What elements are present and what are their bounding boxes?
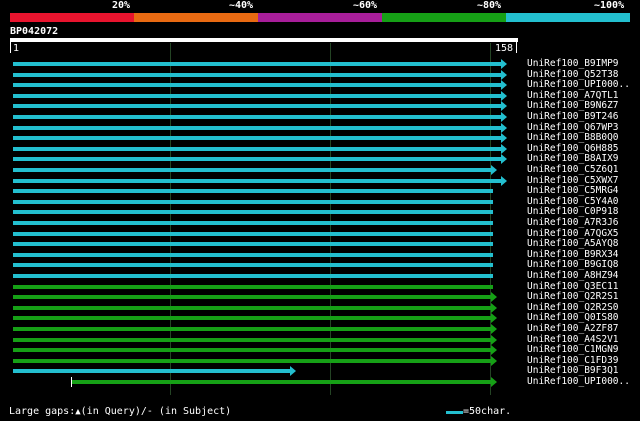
hit-label[interactable]: UniRef100_B8B0Q0 (527, 133, 619, 143)
hit-bar[interactable] (13, 327, 494, 331)
query-bar (10, 38, 518, 42)
hit-arrow-icon (501, 91, 507, 101)
hit-arrow-icon (491, 356, 498, 366)
hit-arrow-icon (501, 70, 507, 80)
hit-arrow-icon (501, 123, 507, 133)
hit-arrow-icon (501, 144, 507, 154)
hit-bar[interactable] (13, 348, 494, 352)
identity-legend-bar (10, 13, 630, 22)
scale-bar (446, 411, 463, 414)
legend-label-20: 20% (112, 0, 131, 11)
hit-bar[interactable] (13, 94, 503, 98)
hit-bar[interactable] (13, 232, 494, 236)
hit-label[interactable]: UniRef100_A7R3J6 (527, 218, 619, 228)
hit-bar[interactable] (13, 242, 494, 246)
hit-bar[interactable] (13, 62, 503, 66)
ruler-start-tick (10, 42, 11, 53)
legend-label-60: ~60% (353, 0, 378, 11)
hit-label[interactable]: UniRef100_C1MGN9 (527, 345, 619, 355)
hit-arrow-icon (501, 80, 507, 90)
scale-label: =50char. (463, 406, 512, 417)
ruler-start-label: 1 (13, 43, 20, 54)
hit-arrow-icon (501, 101, 507, 111)
legend-seg-60 (258, 13, 382, 22)
hit-bar[interactable] (13, 83, 503, 87)
footer-text: (in Query)/- (in Subject) (80, 406, 232, 417)
hit-bar[interactable] (13, 274, 494, 278)
hit-label[interactable]: UniRef100_Q0IS80 (527, 313, 619, 323)
hit-label[interactable]: UniRef100_A8HZ94 (527, 271, 619, 281)
hit-bar[interactable] (13, 263, 494, 267)
hit-bar[interactable] (13, 285, 494, 289)
hit-arrow-icon (491, 303, 498, 313)
legend-seg-80 (382, 13, 506, 22)
hit-label[interactable]: UniRef100_B9N6Z7 (527, 101, 619, 111)
hit-bar[interactable] (13, 73, 503, 77)
legend-label-100: ~100% (594, 0, 625, 11)
hit-bar[interactable] (13, 338, 494, 342)
footer-prefix: Large gaps: (9, 406, 76, 417)
query-name: BP042072 (10, 26, 59, 37)
ruler-end-tick (516, 42, 517, 53)
hit-arrow-icon (501, 154, 507, 164)
ruler-end-label: 158 (495, 43, 514, 54)
legend-seg-40 (134, 13, 258, 22)
hit-label[interactable]: UniRef100_B9GIQ8 (527, 260, 619, 270)
hit-arrow-icon (290, 366, 297, 376)
hit-label[interactable]: UniRef100_A2ZF87 (527, 324, 619, 334)
legend-label-40: ~40% (229, 0, 254, 11)
hit-arrow-icon (491, 345, 498, 355)
hit-label[interactable]: UniRef100_A5AYQ8 (527, 239, 619, 249)
hit-bar[interactable] (13, 136, 503, 140)
hit-label[interactable]: UniRef100_B8AIX9 (527, 154, 619, 164)
hit-bar[interactable] (13, 369, 293, 373)
hit-arrow-icon (491, 165, 498, 175)
hit-arrow-icon (501, 112, 507, 122)
hit-bar[interactable] (13, 295, 494, 299)
hit-label[interactable]: UniRef100_C0P918 (527, 207, 619, 217)
hit-bar[interactable] (13, 359, 494, 363)
hit-arrow-icon (491, 292, 498, 302)
hit-label[interactable]: UniRef100_B9F3Q1 (527, 366, 619, 376)
legend-seg-100 (506, 13, 630, 22)
hit-bar[interactable] (13, 179, 503, 183)
hit-start-tick (70, 377, 72, 387)
hit-label[interactable]: UniRef100_UPI000.. (527, 377, 630, 387)
hit-arrow-icon (501, 59, 507, 69)
hit-bar[interactable] (13, 200, 494, 204)
legend-seg-20 (10, 13, 134, 22)
hit-bar[interactable] (13, 126, 503, 130)
hit-label[interactable]: UniRef100_B9T246 (527, 112, 619, 122)
hit-bar[interactable] (13, 210, 494, 214)
hit-bar[interactable] (13, 189, 494, 193)
hit-bar[interactable] (13, 104, 503, 108)
footer-legend: Large gaps:▲(in Query)/- (in Subject) (9, 406, 231, 418)
legend-label-80: ~80% (477, 0, 502, 11)
hit-bar[interactable] (13, 147, 503, 151)
hit-label[interactable]: UniRef100_UPI000.. (527, 80, 630, 90)
hit-bar[interactable] (13, 168, 494, 172)
hit-bar[interactable] (70, 380, 494, 384)
hit-bar[interactable] (13, 253, 494, 257)
hit-bar[interactable] (13, 316, 494, 320)
hit-arrow-icon (491, 313, 498, 323)
hit-bar[interactable] (13, 157, 503, 161)
hit-arrow-icon (491, 324, 498, 334)
hit-bar[interactable] (13, 115, 503, 119)
hit-label[interactable]: UniRef100_B9IMP9 (527, 59, 619, 69)
hit-arrow-icon (491, 377, 498, 387)
hit-arrow-icon (491, 335, 498, 345)
hit-arrow-icon (501, 176, 507, 186)
hit-label[interactable]: UniRef100_Q2R2S1 (527, 292, 619, 302)
hit-bar[interactable] (13, 221, 494, 225)
hit-arrow-icon (501, 133, 507, 143)
hit-label[interactable]: UniRef100_C5MRG4 (527, 186, 619, 196)
hit-bar[interactable] (13, 306, 494, 310)
hit-label[interactable]: UniRef100_C5Z6Q1 (527, 165, 619, 175)
